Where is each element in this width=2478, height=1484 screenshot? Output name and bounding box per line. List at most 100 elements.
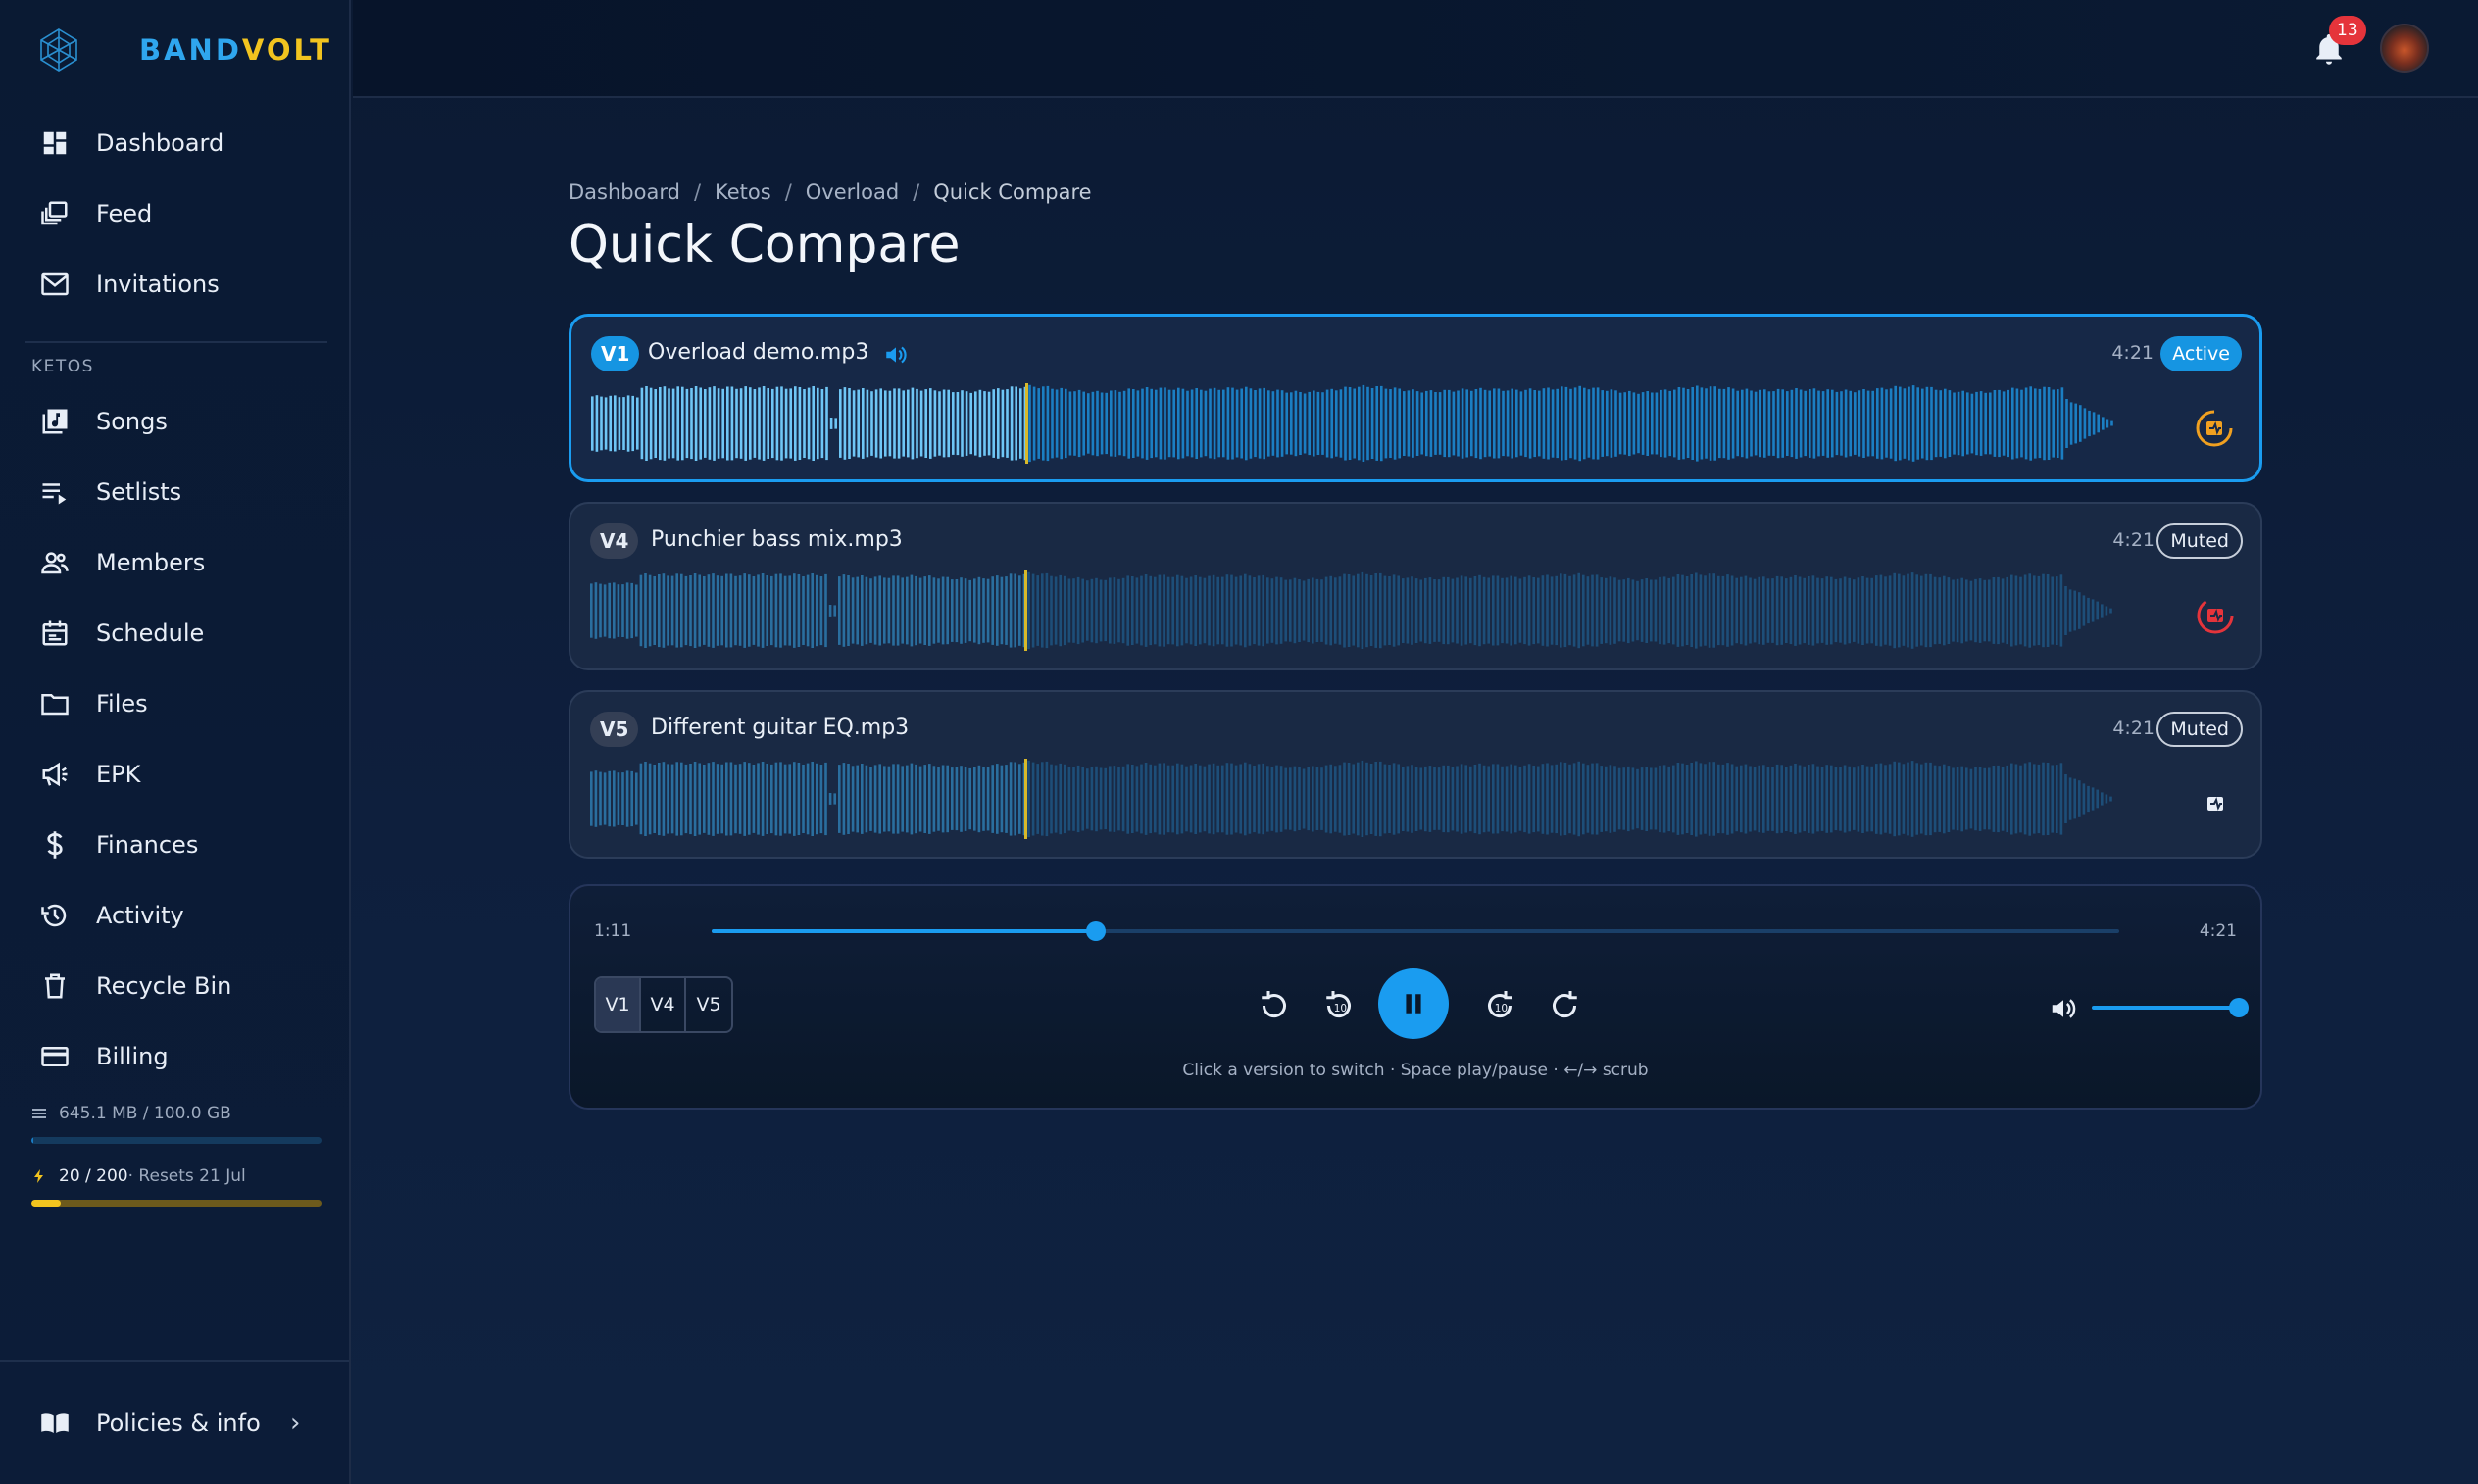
waveform-bar — [1140, 764, 1143, 834]
waveform-bar — [1510, 575, 1512, 646]
waveform-bar — [1302, 768, 1306, 829]
waveform-bar — [1369, 764, 1373, 834]
volume-handle[interactable] — [2229, 998, 2249, 1017]
sidebar-item-songs[interactable]: Songs — [0, 392, 349, 451]
waveform[interactable] — [590, 569, 2198, 653]
seek-handle[interactable] — [1086, 921, 1107, 941]
version-card-v5[interactable]: V5 Different guitar EQ.mp3 4:21 Muted — [569, 690, 2262, 859]
waveform-bar — [609, 395, 612, 452]
version-switcher: V1 V4 V5 — [594, 976, 733, 1033]
waveform[interactable] — [590, 757, 2198, 841]
breadcrumb-overload[interactable]: Overload — [806, 180, 899, 204]
credits-usage: 20 / 200 · Resets 21 Jul — [31, 1166, 322, 1207]
rewind-10-icon[interactable]: 10 — [1321, 988, 1357, 1023]
waveform-bar — [1018, 764, 1021, 834]
version-card-v1[interactable]: V1 Overload demo.mp3 4:21 Active — [569, 314, 2262, 482]
waveform-bar — [2064, 774, 2067, 823]
seek-bar[interactable] — [712, 921, 2119, 941]
sidebar-item-recycle-bin[interactable]: Recycle Bin — [0, 957, 349, 1015]
sidebar-item-schedule[interactable]: Schedule — [0, 604, 349, 663]
waveform-bar — [1464, 765, 1467, 833]
sidebar-item-billing[interactable]: Billing — [0, 1027, 349, 1086]
waveform-bar — [1469, 577, 1472, 644]
waveform-bar — [1329, 575, 1332, 646]
volume-icon[interactable] — [2049, 994, 2078, 1023]
waveform-bar — [1993, 390, 1997, 457]
avatar[interactable] — [2380, 24, 2429, 73]
version-card-v4[interactable]: V4 Punchier bass mix.mp3 4:21 Muted — [569, 502, 2262, 670]
loop-icon[interactable] — [1547, 988, 1582, 1023]
brand[interactable]: BANDVOLT — [37, 25, 332, 74]
waveform-bar — [1154, 576, 1157, 645]
waveform-bar — [1442, 765, 1445, 833]
waveform-bar — [1050, 764, 1053, 834]
breadcrumb-ketos[interactable]: Ketos — [715, 180, 771, 204]
pause-button[interactable] — [1378, 968, 1449, 1039]
waveform-bar — [1267, 390, 1270, 457]
sidebar-item-invitations[interactable]: Invitations — [0, 255, 349, 314]
sidebar-item-setlists[interactable]: Setlists — [0, 463, 349, 521]
breadcrumb-dashboard[interactable]: Dashboard — [569, 180, 680, 204]
sidebar-item-files[interactable]: Files — [0, 674, 349, 733]
waveform-bar — [1222, 389, 1225, 458]
waveform-bar — [2019, 765, 2022, 833]
waveform-bar — [1320, 579, 1323, 642]
restart-icon[interactable] — [1257, 988, 1292, 1023]
forward-10-icon[interactable]: 10 — [1482, 988, 1517, 1023]
waveform-bar — [2020, 389, 2023, 458]
waveform-bar — [1231, 387, 1234, 460]
sidebar-item-epk[interactable]: EPK — [0, 745, 349, 804]
waveform-bar — [1591, 574, 1594, 647]
switch-v1-button[interactable]: V1 — [596, 978, 641, 1031]
waveform-bar — [887, 577, 891, 644]
status-badge[interactable]: Active — [2160, 336, 2242, 371]
waveform-bar — [2002, 391, 2006, 456]
waveform-bar — [1005, 765, 1008, 833]
sync-status-icon[interactable] — [2193, 407, 2236, 450]
waveform-bar — [1443, 389, 1446, 458]
waveform-bar — [1605, 577, 1608, 644]
waveform-bar — [1230, 574, 1233, 647]
waveform-bar — [1700, 387, 1704, 460]
waveform-bar — [2059, 574, 2063, 647]
waveform-bar — [1313, 390, 1315, 457]
sidebar-item-activity[interactable]: Activity — [0, 886, 349, 945]
waveform-bar — [1284, 767, 1287, 830]
waveform-bar — [1257, 764, 1261, 834]
sidebar-item-members[interactable]: Members — [0, 533, 349, 592]
waveform-bar — [1655, 392, 1659, 455]
status-badge[interactable]: Muted — [2156, 712, 2243, 747]
sidebar-item-feed[interactable]: Feed — [0, 184, 349, 243]
sidebar: BANDVOLT Dashboard Feed Invitations KETO… — [0, 0, 351, 1484]
waveform-bar — [2028, 762, 2031, 836]
waveform-bar — [640, 387, 644, 460]
waveform-bar — [893, 388, 896, 459]
brand-name: BANDVOLT — [139, 33, 332, 67]
waveform-bar — [883, 766, 886, 832]
waveform-bar — [1820, 767, 1824, 831]
waveform-bar — [617, 772, 620, 825]
sidebar-item-finances[interactable]: Finances — [0, 816, 349, 874]
volume-slider[interactable] — [2092, 998, 2249, 1017]
folder-icon — [37, 686, 73, 721]
status-badge[interactable]: Muted — [2156, 523, 2243, 559]
waveform-bar — [1978, 767, 1982, 831]
waveform-bar — [951, 767, 954, 830]
sidebar-item-policies[interactable]: Policies & info › — [0, 1394, 349, 1453]
waveform-bar — [694, 386, 698, 461]
waveform-bar — [1411, 576, 1413, 645]
switch-v5-button[interactable]: V5 — [686, 978, 731, 1031]
waveform-bar — [1628, 390, 1631, 457]
sync-status-icon[interactable] — [2194, 594, 2237, 637]
calendar-icon — [37, 616, 73, 651]
switch-v4-button[interactable]: V4 — [641, 978, 686, 1031]
compare-player: 1:11 4:21 V1 V4 V5 10 10 Click a version… — [569, 884, 2262, 1110]
waveform-bar — [2074, 403, 2077, 444]
speaker-icon — [886, 346, 907, 364]
sidebar-item-dashboard[interactable]: Dashboard — [0, 114, 349, 173]
waveform-bar — [1460, 764, 1463, 834]
sync-status-icon[interactable] — [2194, 782, 2237, 825]
waveform[interactable] — [591, 381, 2199, 466]
waveform-bar — [1934, 389, 1938, 458]
waveform-bar — [2052, 389, 2055, 458]
